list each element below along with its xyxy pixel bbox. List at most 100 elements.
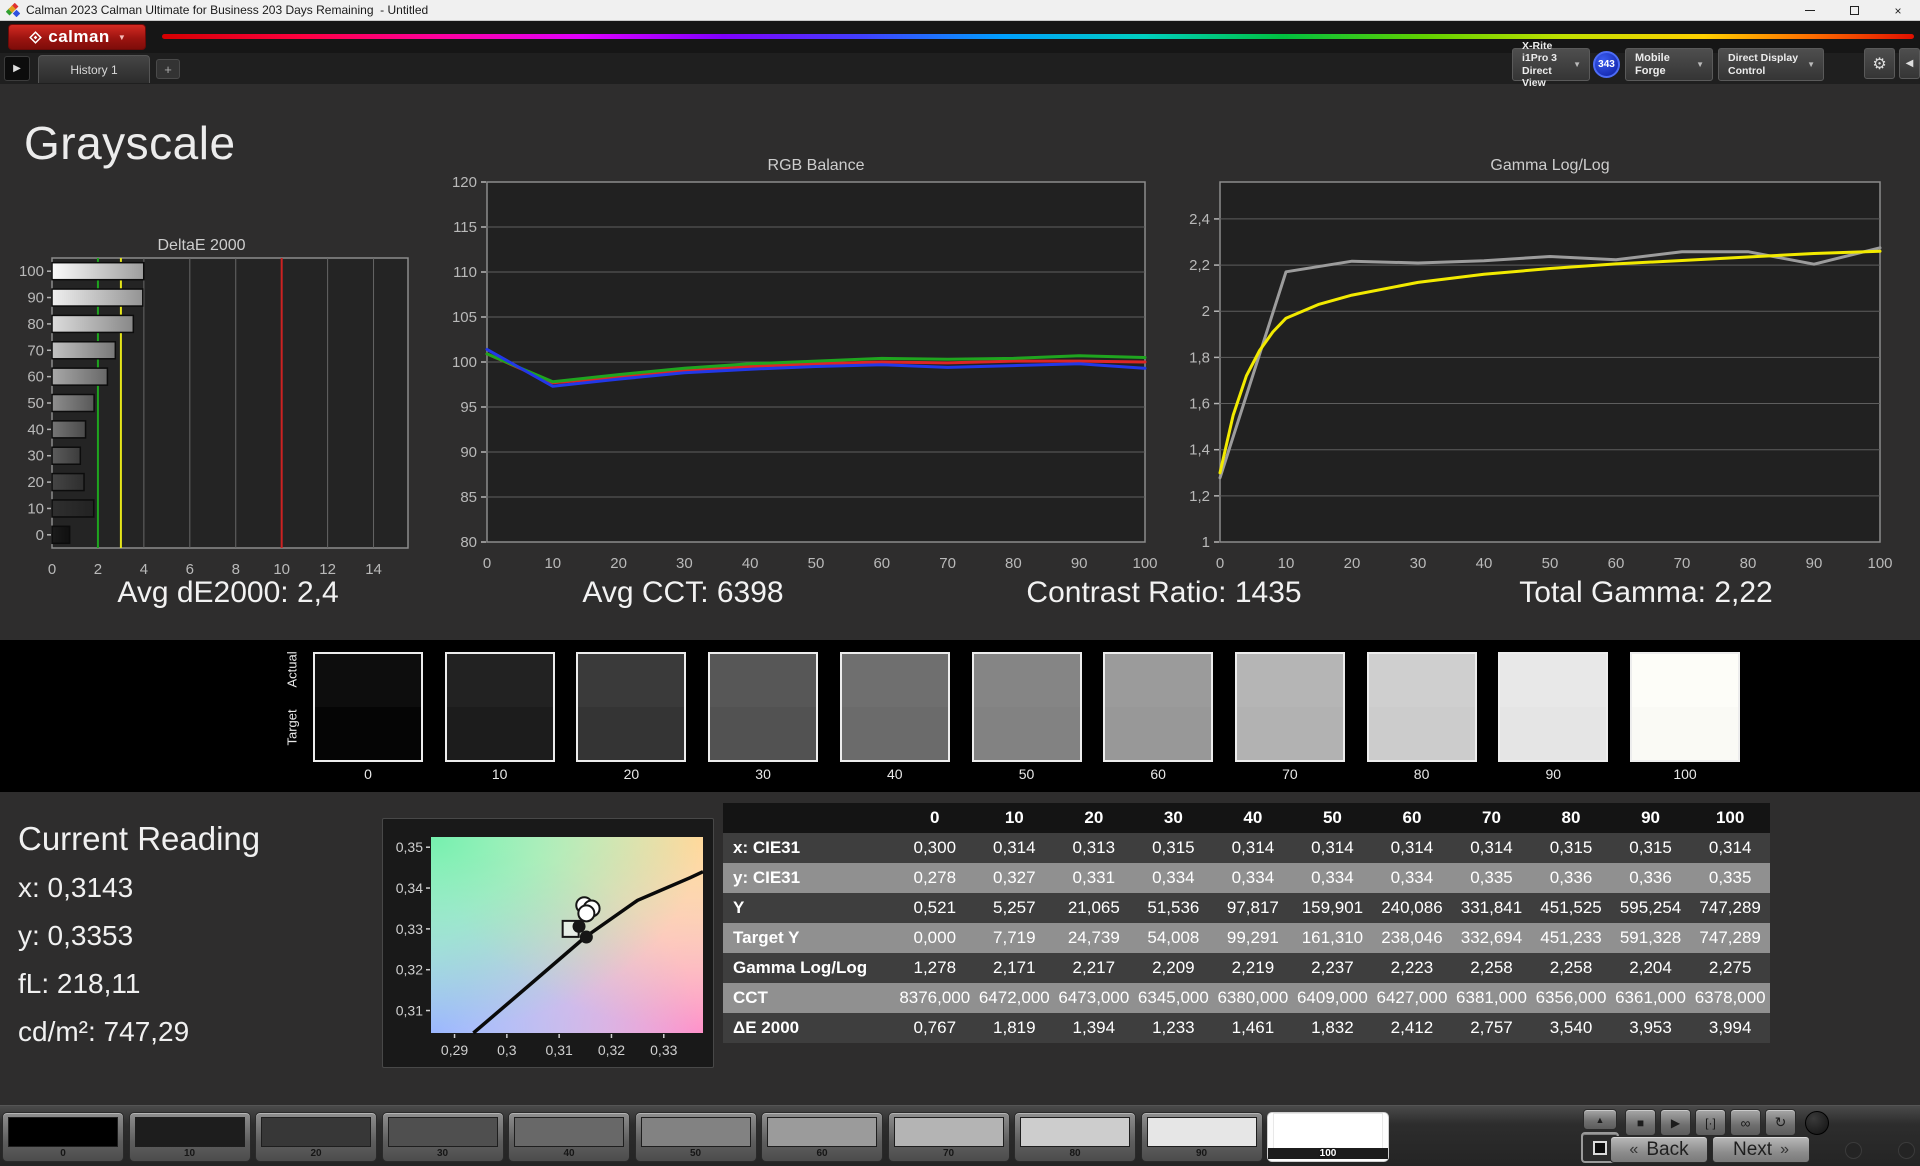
- table-cell: 332,694: [1452, 923, 1532, 953]
- target-patch: [447, 707, 553, 760]
- swatch-level-label: 70: [1233, 766, 1347, 782]
- page-title: Grayscale: [24, 116, 236, 170]
- contrast-ratio-stat: Contrast Ratio: 1435: [1026, 576, 1301, 610]
- table-cell: 0,000: [895, 923, 975, 953]
- svg-text:90: 90: [1806, 555, 1823, 572]
- grayscale-swatch-60: [1103, 652, 1213, 762]
- svg-text:70: 70: [1674, 555, 1691, 572]
- play-icon: ▶: [1671, 1116, 1680, 1130]
- table-header: 100: [1690, 803, 1770, 833]
- table-cell: 21,065: [1054, 893, 1134, 923]
- row-label: Target Y: [723, 923, 895, 953]
- svg-text:2,4: 2,4: [1189, 211, 1210, 228]
- play-button[interactable]: ▶: [1660, 1109, 1691, 1136]
- back-label: Back: [1646, 1139, 1688, 1161]
- level-button-100[interactable]: 100: [1267, 1112, 1389, 1162]
- grayscale-swatch-20: [576, 652, 686, 762]
- target-patch: [315, 707, 421, 760]
- table-header: 40: [1213, 803, 1293, 833]
- level-patch: [261, 1117, 371, 1147]
- actual-patch: [710, 654, 816, 707]
- level-label: 50: [636, 1148, 756, 1159]
- level-button-90[interactable]: 90: [1141, 1112, 1263, 1162]
- svg-text:0,32: 0,32: [598, 1042, 625, 1058]
- table-cell: 0,335: [1452, 863, 1532, 893]
- table-cell: 2,275: [1690, 953, 1770, 983]
- table-header: 0: [895, 803, 975, 833]
- settings-gear-button[interactable]: ⚙: [1864, 48, 1895, 79]
- svg-text:30: 30: [27, 448, 44, 465]
- level-button-20[interactable]: 20: [255, 1112, 377, 1162]
- table-cell: 99,291: [1213, 923, 1293, 953]
- svg-text:0,3: 0,3: [497, 1042, 517, 1058]
- level-button-0[interactable]: 0: [2, 1112, 124, 1162]
- svg-text:0: 0: [36, 527, 44, 544]
- panel-toggle-button[interactable]: ▶: [4, 56, 30, 81]
- svg-text:10: 10: [544, 555, 561, 572]
- table-cell: 2,171: [975, 953, 1055, 983]
- level-button-10[interactable]: 10: [129, 1112, 251, 1162]
- minimize-button[interactable]: [1788, 0, 1832, 21]
- target-patch: [1500, 707, 1606, 760]
- pattern-source-dropdown[interactable]: Mobile Forge ▼: [1625, 48, 1713, 81]
- table-cell: 3,994: [1690, 1013, 1770, 1043]
- infinity-icon: ∞: [1741, 1115, 1751, 1131]
- table-cell: 6381,000: [1452, 983, 1532, 1013]
- swatch-level-label: 30: [706, 766, 820, 782]
- tab-history-1[interactable]: History 1: [38, 55, 150, 83]
- measurement-table: 0102030405060708090100x: CIE310,3000,314…: [723, 803, 1770, 1043]
- svg-text:0,33: 0,33: [396, 921, 423, 937]
- level-button-80[interactable]: 80: [1014, 1112, 1136, 1162]
- gamma-loglog-line-chart: Gamma Log/Log2,42,221,81,61,41,210102030…: [1130, 125, 1920, 585]
- table-cell: 2,412: [1372, 1013, 1452, 1043]
- level-button-50[interactable]: 50: [635, 1112, 757, 1162]
- level-button-60[interactable]: 60: [761, 1112, 883, 1162]
- target-row-label: Target: [285, 730, 300, 746]
- target-patch: [1105, 707, 1211, 760]
- table-cell: 0,767: [895, 1013, 975, 1043]
- svg-text:70: 70: [939, 555, 956, 572]
- svg-text:2: 2: [94, 561, 102, 578]
- next-button[interactable]: Next »: [1712, 1136, 1810, 1163]
- meter-dropdown-i1pro3[interactable]: X-Rite i1Pro 3Direct View ▼: [1512, 48, 1590, 81]
- table-header: 90: [1611, 803, 1691, 833]
- avg-de2000-stat: Avg dE2000: 2,4: [117, 576, 338, 610]
- avg-cct-stat: Avg CCT: 6398: [582, 576, 783, 610]
- level-label: 40: [509, 1148, 629, 1159]
- table-cell: 0,278: [895, 863, 975, 893]
- back-button[interactable]: « Back: [1610, 1136, 1708, 1163]
- expand-up-button[interactable]: ▲: [1583, 1109, 1617, 1130]
- stop-button[interactable]: ■: [1625, 1109, 1656, 1136]
- table-cell: 2,223: [1372, 953, 1452, 983]
- table-header: [723, 803, 895, 833]
- continuous-button[interactable]: ∞: [1730, 1109, 1761, 1136]
- svg-text:0,33: 0,33: [650, 1042, 677, 1058]
- step-button[interactable]: [·]: [1695, 1109, 1726, 1136]
- level-button-40[interactable]: 40: [508, 1112, 630, 1162]
- table-cell: 0,334: [1293, 863, 1373, 893]
- table-cell: 0,314: [975, 833, 1055, 863]
- refresh-button[interactable]: ↻: [1765, 1109, 1796, 1136]
- table-header: 70: [1452, 803, 1532, 833]
- level-patch: [514, 1117, 624, 1147]
- maximize-button[interactable]: [1832, 0, 1876, 21]
- close-button[interactable]: ×: [1876, 0, 1920, 21]
- svg-text:40: 40: [27, 421, 44, 438]
- target-patch: [1237, 707, 1343, 760]
- calman-menu-button[interactable]: calman ▼: [8, 24, 146, 50]
- arrow-up-icon: ▲: [1596, 1115, 1605, 1125]
- display-control-dropdown[interactable]: Direct Display Control ▼: [1718, 48, 1824, 81]
- level-button-70[interactable]: 70: [888, 1112, 1010, 1162]
- table-cell: 6356,000: [1531, 983, 1611, 1013]
- add-tab-button[interactable]: +: [156, 59, 180, 79]
- actual-patch: [1369, 654, 1475, 707]
- meter-reading-badge[interactable]: 343: [1593, 51, 1620, 78]
- table-cell: 240,086: [1372, 893, 1452, 923]
- cie-chromaticity-chart: 0,350,340,330,320,310,290,30,310,320,33: [382, 818, 714, 1068]
- svg-text:DeltaE 2000: DeltaE 2000: [157, 238, 245, 254]
- chevron-down-icon: ▼: [1569, 60, 1585, 69]
- actual-patch: [1237, 654, 1343, 707]
- target-patch: [1632, 707, 1738, 760]
- level-button-30[interactable]: 30: [382, 1112, 504, 1162]
- collapse-panel-button[interactable]: ◀: [1899, 48, 1920, 79]
